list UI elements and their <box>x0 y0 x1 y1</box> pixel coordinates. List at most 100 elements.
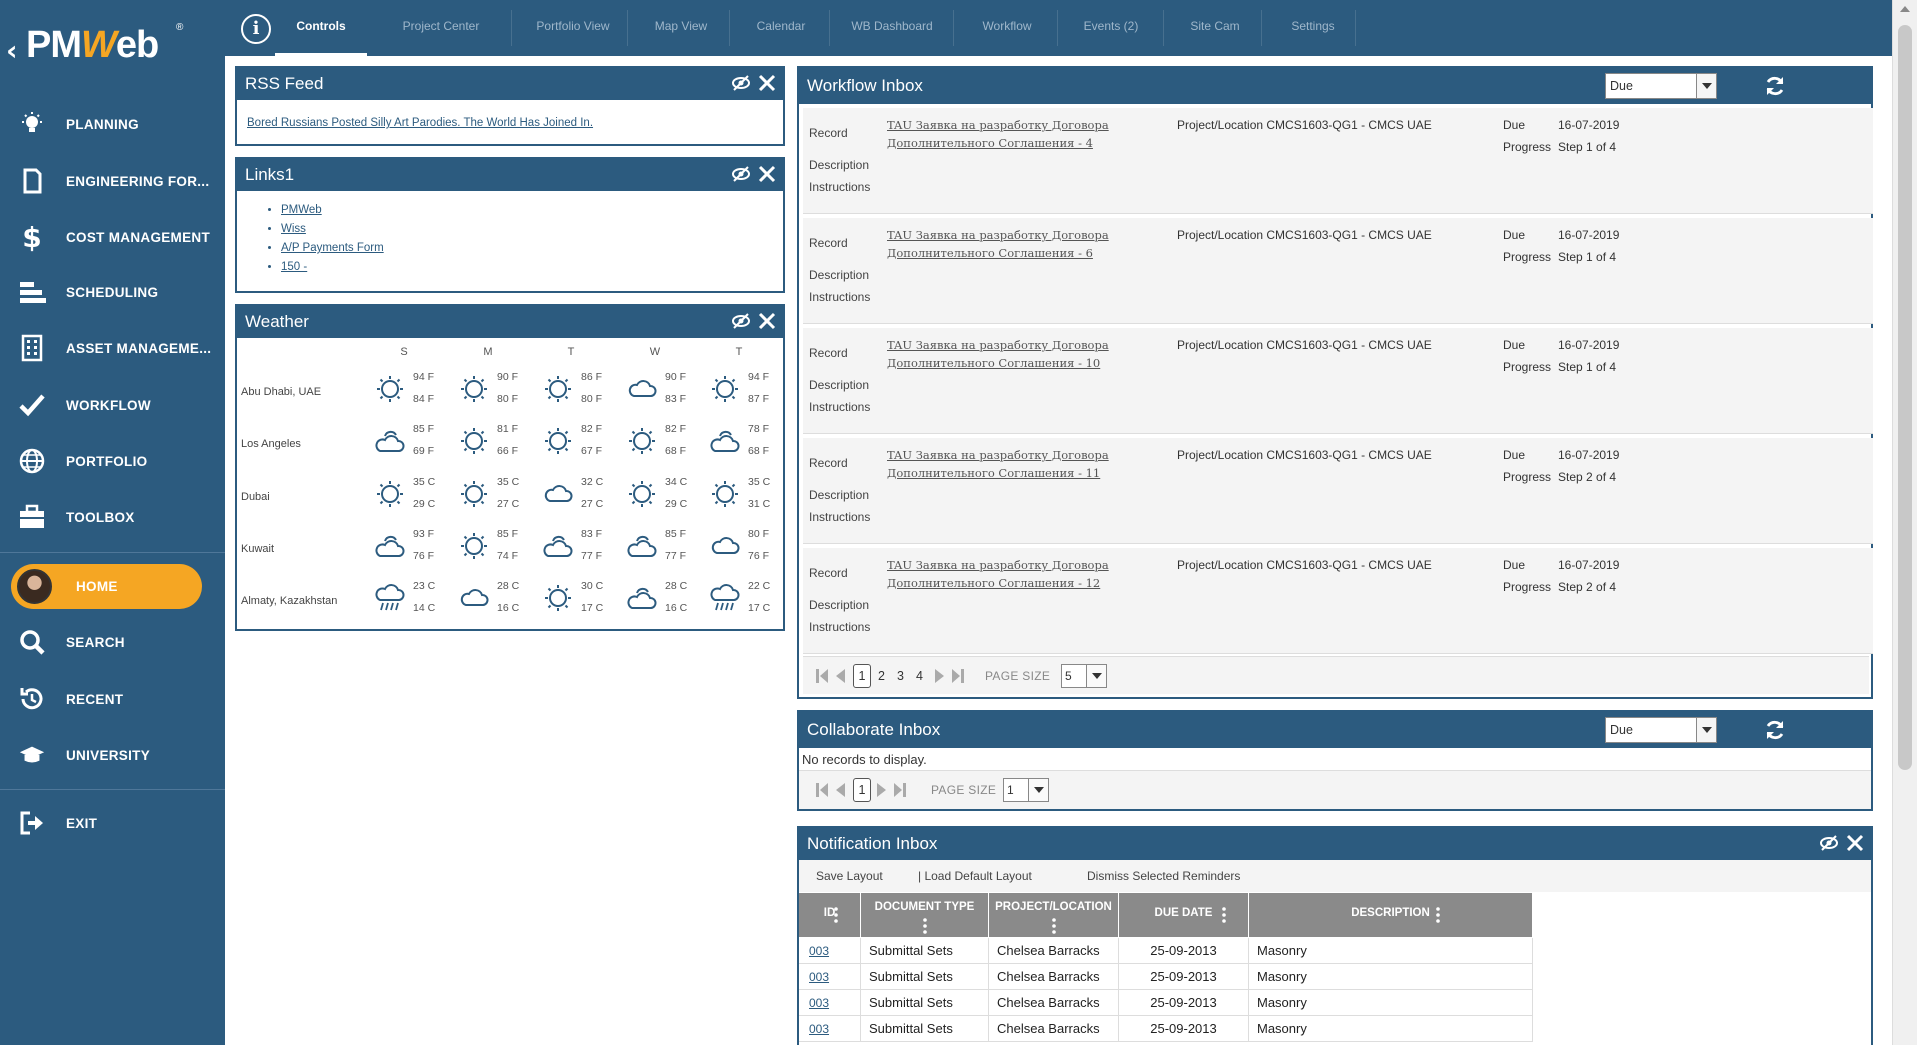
prev-page-icon[interactable] <box>833 668 847 684</box>
scroll-thumb[interactable] <box>1898 25 1912 770</box>
page-link[interactable]: 4 <box>916 669 923 683</box>
last-page-icon[interactable] <box>893 782 907 798</box>
tab-project-center[interactable]: Project Center <box>383 0 499 56</box>
vertical-scrollbar[interactable] <box>1892 0 1917 1045</box>
due-label: Due <box>1503 228 1526 242</box>
column-menu-icon[interactable] <box>923 918 927 937</box>
back-chevron-icon[interactable]: ‹ <box>6 34 18 67</box>
page-link[interactable]: 2 <box>878 669 885 683</box>
workflow-filter-dropdown[interactable]: Due <box>1605 73 1717 99</box>
rss-item-link[interactable]: Bored Russians Posted Silly Art Parodies… <box>247 117 593 129</box>
record-link[interactable]: TAU Заявка на разработку Договора Дополни… <box>887 446 1127 482</box>
next-page-icon[interactable] <box>875 782 889 798</box>
row-id-link[interactable]: 003 <box>799 990 861 1016</box>
sidebar-item-university[interactable]: UNIVERSITY <box>0 731 225 779</box>
row-id-link[interactable]: 003 <box>799 964 861 990</box>
workflow-record[interactable]: Record TAU Заявка на разработку Договора… <box>803 218 1873 324</box>
page-size-select[interactable]: 5 <box>1061 664 1107 688</box>
tab-map-view[interactable]: Map View <box>631 0 731 56</box>
weather-high-temp: 85 F <box>413 423 435 435</box>
column-header[interactable]: DUE DATE <box>1119 893 1249 937</box>
column-header[interactable]: PROJECT/LOCATION <box>989 893 1119 937</box>
record-link[interactable]: TAU Заявка на разработку Договора Дополни… <box>887 556 1127 592</box>
sidebar-item-exit[interactable]: EXIT <box>0 799 225 847</box>
record-link[interactable]: TAU Заявка на разработку Договора Дополни… <box>887 116 1127 152</box>
weather-high-temp: 90 F <box>497 371 519 383</box>
sidebar-item-cost-management[interactable]: $ COST MANAGEMENT <box>0 213 225 261</box>
prev-page-icon[interactable] <box>833 782 847 798</box>
tab-events[interactable]: Events (2) <box>1061 0 1161 56</box>
weather-low-temp: 80 F <box>581 393 603 405</box>
hide-icon[interactable] <box>1819 832 1839 854</box>
table-cell: Submittal Sets <box>861 964 989 990</box>
tab-wb-dashboard[interactable]: WB Dashboard <box>833 0 951 56</box>
next-page-icon[interactable] <box>933 668 947 684</box>
page-size-select[interactable]: 1 <box>1003 778 1049 802</box>
row-id-link[interactable]: 003 <box>799 938 861 964</box>
recent-icon <box>18 685 46 713</box>
info-icon[interactable]: i <box>241 14 271 44</box>
sidebar-item-search[interactable]: SEARCH <box>0 618 225 666</box>
workflow-record[interactable]: Record TAU Заявка на разработку Договора… <box>803 108 1873 214</box>
sidebar-item-label: COST MANAGEMENT <box>66 229 210 245</box>
link-150[interactable]: 150 - <box>281 261 307 273</box>
refresh-icon[interactable] <box>1763 718 1787 742</box>
first-page-icon[interactable] <box>815 668 829 684</box>
partly-cloudy-icon <box>543 531 573 561</box>
chevron-down-icon[interactable] <box>1696 74 1716 98</box>
column-header[interactable]: DESCRIPTION <box>1249 893 1533 937</box>
sidebar-item-scheduling[interactable]: SCHEDULING <box>0 268 225 316</box>
sidebar-item-planning[interactable]: PLANNING <box>0 100 225 148</box>
column-header[interactable]: ID <box>799 893 861 937</box>
link-ap-payments-form[interactable]: A/P Payments Form <box>281 242 384 254</box>
workflow-record[interactable]: Record TAU Заявка на разработку Договора… <box>803 548 1873 654</box>
tab-controls[interactable]: Controls <box>275 0 367 56</box>
sidebar-item-workflow[interactable]: WORKFLOW <box>0 381 225 429</box>
last-page-icon[interactable] <box>951 668 965 684</box>
column-menu-icon[interactable] <box>1436 907 1440 926</box>
chevron-down-icon[interactable] <box>1086 665 1106 687</box>
tab-portfolio-view[interactable]: Portfolio View <box>515 0 631 56</box>
sidebar-item-toolbox[interactable]: TOOLBOX <box>0 493 225 541</box>
sidebar-item-home[interactable]: HOME <box>11 564 202 609</box>
column-menu-icon[interactable] <box>834 907 838 926</box>
refresh-icon[interactable] <box>1763 74 1787 98</box>
sidebar-item-asset-management[interactable]: ASSET MANAGEME... <box>0 324 225 372</box>
hide-icon[interactable] <box>731 163 751 185</box>
scroll-up-icon[interactable] <box>1900 6 1910 12</box>
sidebar-item-recent[interactable]: RECENT <box>0 675 225 723</box>
column-menu-icon[interactable] <box>1052 918 1056 937</box>
page-link[interactable]: 3 <box>897 669 904 683</box>
column-header[interactable]: DOCUMENT TYPE <box>861 893 989 937</box>
tab-site-cam[interactable]: Site Cam <box>1167 0 1263 56</box>
sidebar-item-engineering[interactable]: ENGINEERING FOR... <box>0 157 225 205</box>
close-icon[interactable] <box>1845 832 1865 854</box>
workflow-record[interactable]: Record TAU Заявка на разработку Договора… <box>803 328 1873 434</box>
workflow-record[interactable]: Record TAU Заявка на разработку Договора… <box>803 438 1873 544</box>
avatar[interactable] <box>17 569 52 604</box>
save-layout-button[interactable]: Save Layout <box>816 869 883 883</box>
close-icon[interactable] <box>757 163 777 185</box>
first-page-icon[interactable] <box>815 782 829 798</box>
tab-workflow[interactable]: Workflow <box>957 0 1057 56</box>
sidebar-item-portfolio[interactable]: PORTFOLIO <box>0 437 225 485</box>
column-menu-icon[interactable] <box>1222 907 1226 926</box>
dismiss-reminders-button[interactable]: Dismiss Selected Reminders <box>1087 869 1240 883</box>
link-pmweb[interactable]: PMWeb <box>281 204 322 216</box>
row-id-link[interactable]: 003 <box>799 1016 861 1042</box>
link-wiss[interactable]: Wiss <box>281 223 306 235</box>
close-icon[interactable] <box>757 72 777 94</box>
current-page[interactable]: 1 <box>853 664 871 688</box>
current-page[interactable]: 1 <box>853 778 871 802</box>
chevron-down-icon[interactable] <box>1028 779 1048 801</box>
load-default-layout-button[interactable]: | Load Default Layout <box>918 869 1032 883</box>
progress-label: Progress <box>1503 140 1552 154</box>
record-link[interactable]: TAU Заявка на разработку Договора Дополни… <box>887 336 1127 372</box>
chevron-down-icon[interactable] <box>1696 718 1716 742</box>
pmweb-logo[interactable]: ‹ PMWeb ® <box>0 0 225 90</box>
tab-calendar[interactable]: Calendar <box>733 0 829 56</box>
hide-icon[interactable] <box>731 72 751 94</box>
record-link[interactable]: TAU Заявка на разработку Договора Дополни… <box>887 226 1127 262</box>
tab-settings[interactable]: Settings <box>1265 0 1361 56</box>
collaborate-filter-dropdown[interactable]: Due <box>1605 717 1717 743</box>
